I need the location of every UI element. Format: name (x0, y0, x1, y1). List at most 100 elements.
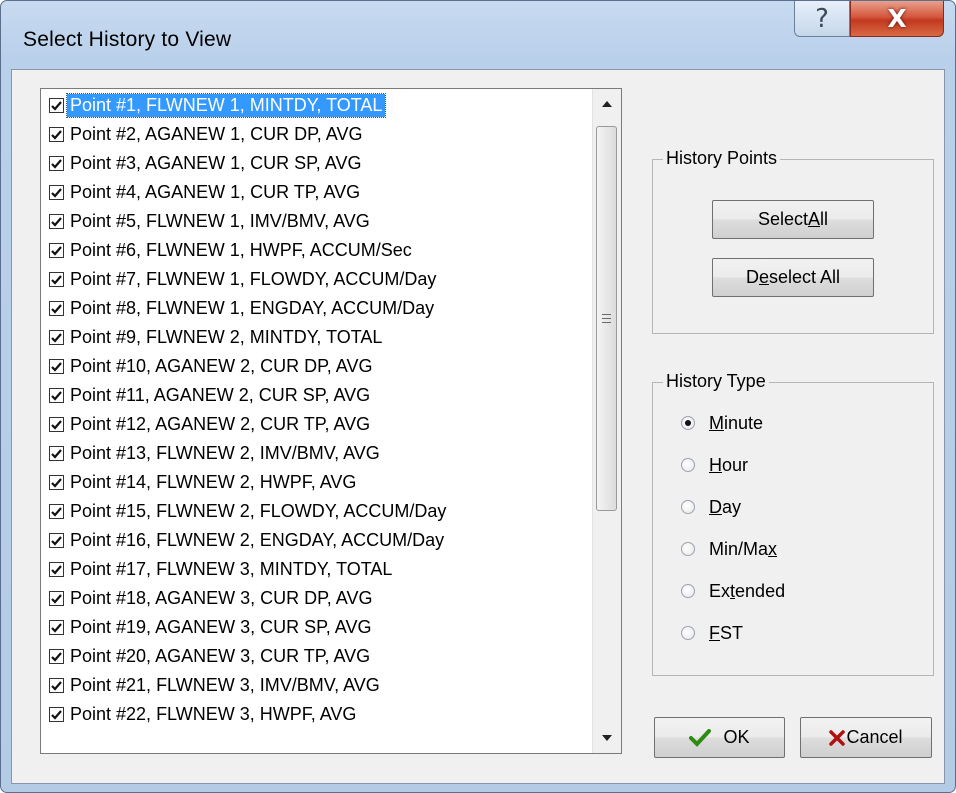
list-item[interactable]: Point #21, FLWNEW 3, IMV/BMV, AVG (49, 671, 589, 700)
checkbox[interactable] (49, 301, 64, 316)
checkbox[interactable] (49, 591, 64, 606)
list-item-label: Point #1, FLWNEW 1, MINTDY, TOTAL (65, 93, 387, 118)
checkbox[interactable] (49, 388, 64, 403)
radio-label: Extended (709, 581, 785, 602)
list-item[interactable]: Point #15, FLWNEW 2, FLOWDY, ACCUM/Day (49, 497, 589, 526)
checkmark-icon (51, 361, 62, 372)
radio-button[interactable] (681, 500, 695, 514)
checkmark-icon (51, 622, 62, 633)
radio-option-minute[interactable]: Minute (681, 410, 763, 436)
list-item-label: Point #21, FLWNEW 3, IMV/BMV, AVG (70, 675, 380, 695)
ok-button[interactable]: OK (654, 717, 785, 758)
list-item[interactable]: Point #14, FLWNEW 2, HWPF, AVG (49, 468, 589, 497)
radio-option-day[interactable]: Day (681, 494, 741, 520)
deselect-all-accel: e (758, 267, 769, 287)
checkbox[interactable] (49, 707, 64, 722)
list-item-label: Point #20, AGANEW 3, CUR TP, AVG (70, 646, 371, 666)
checkmark-icon (51, 680, 62, 691)
checklist-rows: Point #1, FLWNEW 1, MINTDY, TOTAL Point #… (49, 91, 589, 729)
radio-button[interactable] (681, 416, 695, 430)
list-item-label: Point #7, FLWNEW 1, FLOWDY, ACCUM/Day (70, 269, 437, 289)
checkbox[interactable] (49, 243, 64, 258)
list-item[interactable]: Point #22, FLWNEW 3, HWPF, AVG (49, 700, 589, 729)
list-item[interactable]: Point #20, AGANEW 3, CUR TP, AVG (49, 642, 589, 671)
checkmark-icon (51, 419, 62, 430)
checkbox[interactable] (49, 504, 64, 519)
checkbox[interactable] (49, 678, 64, 693)
list-item[interactable]: Point #4, AGANEW 1, CUR TP, AVG (49, 178, 589, 207)
checkbox[interactable] (49, 272, 64, 287)
scroll-up-arrow[interactable] (593, 91, 621, 117)
list-item-label: Point #14, FLWNEW 2, HWPF, AVG (70, 472, 357, 492)
checkbox[interactable] (49, 214, 64, 229)
list-item[interactable]: Point #6, FLWNEW 1, HWPF, ACCUM/Sec (49, 236, 589, 265)
list-item[interactable]: Point #18, AGANEW 3, CUR DP, AVG (49, 584, 589, 613)
list-item[interactable]: Point #10, AGANEW 2, CUR DP, AVG (49, 352, 589, 381)
vertical-scrollbar[interactable] (592, 89, 621, 753)
list-item-label: Point #9, FLWNEW 2, MINTDY, TOTAL (70, 327, 383, 347)
list-item[interactable]: Point #7, FLWNEW 1, FLOWDY, ACCUM/Day (49, 265, 589, 294)
radio-button[interactable] (681, 584, 695, 598)
history-points-group: History Points Select All De select All (652, 148, 934, 334)
list-item[interactable]: Point #5, FLWNEW 1, IMV/BMV, AVG (49, 207, 589, 236)
list-item[interactable]: Point #17, FLWNEW 3, MINTDY, TOTAL (49, 555, 589, 584)
checkbox[interactable] (49, 649, 64, 664)
checkbox[interactable] (49, 533, 64, 548)
deselect-all-label-pre: D (745, 267, 759, 287)
checkbox[interactable] (49, 562, 64, 577)
radio-label-post: ay (722, 496, 742, 517)
list-item[interactable]: Point #13, FLWNEW 2, IMV/BMV, AVG (49, 439, 589, 468)
list-item[interactable]: Point #1, FLWNEW 1, MINTDY, TOTAL (49, 91, 589, 120)
list-item[interactable]: Point #8, FLWNEW 1, ENGDAY, ACCUM/Day (49, 294, 589, 323)
radio-label-key: H (709, 454, 722, 475)
checkmark-icon (51, 274, 62, 285)
checkbox[interactable] (49, 417, 64, 432)
checkmark-icon (51, 651, 62, 662)
checkmark-icon (51, 564, 62, 575)
list-item[interactable]: Point #3, AGANEW 1, CUR SP, AVG (49, 149, 589, 178)
checkmark-icon (51, 332, 62, 343)
list-item[interactable]: Point #9, FLWNEW 2, MINTDY, TOTAL (49, 323, 589, 352)
checkbox[interactable] (49, 330, 64, 345)
list-item-label: Point #15, FLWNEW 2, FLOWDY, ACCUM/Day (70, 501, 447, 521)
radio-option-extended[interactable]: Extended (681, 578, 785, 604)
list-item[interactable]: Point #2, AGANEW 1, CUR DP, AVG (49, 120, 589, 149)
radio-label: Minute (709, 413, 763, 434)
radio-option-minmax[interactable]: Min/Max (681, 536, 777, 562)
list-item[interactable]: Point #11, AGANEW 2, CUR SP, AVG (49, 381, 589, 410)
checkbox[interactable] (49, 475, 64, 490)
list-item-label: Point #4, AGANEW 1, CUR TP, AVG (70, 182, 361, 202)
checkbox[interactable] (49, 98, 64, 113)
title-bar[interactable]: Select History to View ? X (1, 1, 955, 69)
radio-option-fst[interactable]: FST (681, 620, 743, 646)
list-item-label: Point #6, FLWNEW 1, HWPF, ACCUM/Sec (70, 240, 412, 260)
radio-button[interactable] (681, 542, 695, 556)
history-points-checklist[interactable]: Point #1, FLWNEW 1, MINTDY, TOTAL Point #… (40, 88, 622, 754)
list-item[interactable]: Point #16, FLWNEW 2, ENGDAY, ACCUM/Day (49, 526, 589, 555)
help-button[interactable]: ? (794, 1, 850, 37)
list-item[interactable]: Point #12, AGANEW 2, CUR TP, AVG (49, 410, 589, 439)
checkbox[interactable] (49, 156, 64, 171)
deselect-all-button[interactable]: De select All (712, 258, 874, 297)
radio-button[interactable] (681, 626, 695, 640)
radio-button[interactable] (681, 458, 695, 472)
checkbox[interactable] (49, 127, 64, 142)
radio-label-key: x (768, 538, 778, 559)
checkmark-icon (51, 216, 62, 227)
checkbox[interactable] (49, 359, 64, 374)
scroll-down-arrow[interactable] (593, 725, 621, 751)
checkbox[interactable] (49, 185, 64, 200)
radio-label-post: ended (735, 580, 786, 601)
history-points-title: History Points (663, 148, 781, 169)
scroll-thumb[interactable] (596, 126, 617, 511)
radio-label: Day (709, 497, 741, 518)
select-all-button[interactable]: Select All (712, 200, 874, 239)
checkmark-icon (51, 100, 62, 111)
checkbox[interactable] (49, 446, 64, 461)
close-button[interactable]: X (850, 1, 944, 37)
radio-option-hour[interactable]: Hour (681, 452, 748, 478)
checkbox[interactable] (49, 620, 64, 635)
list-item-label: Point #18, AGANEW 3, CUR DP, AVG (70, 588, 373, 608)
list-item[interactable]: Point #19, AGANEW 3, CUR SP, AVG (49, 613, 589, 642)
cancel-button[interactable]: Cancel (800, 717, 932, 758)
